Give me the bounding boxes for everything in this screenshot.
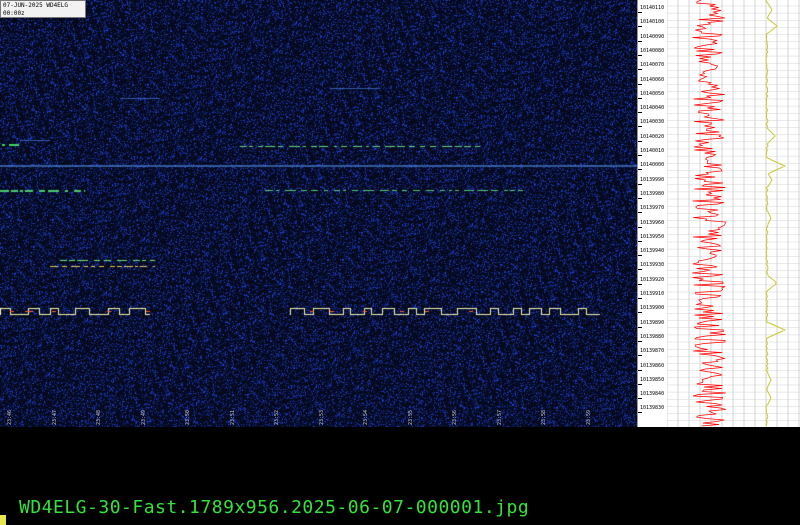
freq-tick	[638, 126, 642, 128]
freq-tick	[638, 312, 642, 314]
average-trace	[765, 0, 787, 427]
freq-label: 10139940	[640, 248, 665, 255]
freq-label: 10139910	[640, 291, 665, 297]
freq-label: 10139900	[640, 305, 665, 312]
time-label: 23:47	[51, 409, 58, 425]
freq-label: 10140000	[640, 162, 665, 169]
spectrum-graph	[667, 0, 800, 427]
time-label: 23:54	[363, 409, 369, 425]
freq-label: 10140100	[640, 19, 665, 26]
time-label: 23:59	[585, 409, 592, 425]
time-label: 23:58	[541, 409, 547, 425]
freq-tick	[638, 26, 642, 28]
freq-label: 10140040	[640, 105, 665, 112]
time-label: 23:50	[185, 409, 191, 425]
freq-label: 10139950	[640, 233, 665, 240]
freq-label: 10140110	[640, 5, 665, 11]
freq-tick	[638, 383, 642, 385]
info-box: 07-JUN-2025 WD4ELG 00:00z Freq= 1127.9..…	[0, 0, 86, 33]
freq-label: 10139860	[640, 362, 665, 369]
freq-tick	[638, 240, 642, 242]
freq-tick	[638, 369, 642, 371]
time-label: 23:53	[318, 409, 325, 425]
freq-label: 10139880	[640, 333, 665, 340]
freq-tick	[638, 69, 642, 71]
freq-label: 10139970	[640, 205, 665, 212]
freq-label: 10139840	[640, 391, 665, 398]
freq-tick	[638, 54, 642, 56]
freq-tick	[638, 226, 642, 228]
freq-tick	[638, 355, 642, 357]
time-label: 23:49	[140, 409, 147, 425]
filename-label: WD4ELG-30-Fast.1789x956.2025-06-07-00000…	[19, 497, 530, 518]
freq-tick	[638, 183, 642, 185]
freq-label: 10140070	[640, 62, 665, 69]
freq-label: 10140010	[640, 148, 665, 154]
freq-label: 10139960	[640, 219, 665, 226]
text-cursor	[0, 515, 6, 525]
freq-tick	[638, 197, 642, 199]
freq-label: 10139990	[640, 176, 665, 183]
freq-label: 10140020	[640, 133, 665, 140]
time-label: 23:51	[229, 409, 236, 425]
freq-tick	[638, 140, 642, 142]
freq-label: 10139850	[640, 376, 665, 383]
freq-label: 10140050	[640, 90, 665, 97]
freq-tick	[638, 40, 642, 42]
spectrum-trace	[692, 0, 727, 427]
freq-label: 10139830	[640, 405, 665, 412]
spectrum-panel	[667, 0, 800, 427]
freq-label: 10139870	[640, 348, 665, 355]
freq-tick	[638, 326, 642, 328]
freq-tick	[638, 398, 642, 400]
time-label: 23:56	[452, 409, 458, 425]
freq-tick	[638, 412, 642, 414]
time-label: 23:52	[274, 409, 280, 425]
freq-label: 10139980	[640, 190, 665, 197]
freq-label: 10140030	[640, 119, 665, 126]
waterfall-display: 07-JUN-2025 WD4ELG 00:00z Freq= 1127.9..…	[0, 0, 637, 427]
info-date-call: 07-JUN-2025 WD4ELG 00:00z	[3, 2, 69, 17]
freq-tick	[638, 269, 642, 271]
freq-tick	[638, 112, 642, 114]
freq-tick	[638, 169, 642, 171]
freq-label: 10139920	[640, 276, 665, 283]
freq-tick	[638, 255, 642, 257]
waterfall-canvas	[0, 0, 637, 427]
freq-tick	[638, 97, 642, 99]
time-label: 23:48	[96, 409, 102, 425]
freq-tick	[638, 83, 642, 85]
freq-label: 10140060	[640, 76, 665, 83]
time-label: 23:46	[7, 409, 13, 425]
bottom-bar: WD4ELG-30-Fast.1789x956.2025-06-07-00000…	[0, 427, 800, 525]
freq-tick	[638, 340, 642, 342]
freq-label: 10140090	[640, 33, 665, 40]
freq-tick	[638, 283, 642, 285]
frequency-scale: 10140110 10140100 10140090 10140080 10140070…	[637, 0, 667, 427]
freq-label: 10139890	[640, 319, 665, 326]
freq-label: 10139930	[640, 262, 665, 269]
freq-tick	[638, 12, 642, 13]
time-label: 23:57	[496, 409, 503, 425]
freq-tick	[638, 212, 642, 214]
time-axis: 23:46 23:47 23:48 23:49 23:50 23:51 23:52 23:53…	[0, 405, 637, 427]
freq-tick	[638, 155, 642, 156]
info-freq-range: Freq= 1127.9...1617.9 Hz.	[3, 18, 79, 33]
freq-label: 10140080	[640, 47, 665, 54]
time-label: 23:55	[407, 409, 414, 425]
freq-tick	[638, 298, 642, 299]
